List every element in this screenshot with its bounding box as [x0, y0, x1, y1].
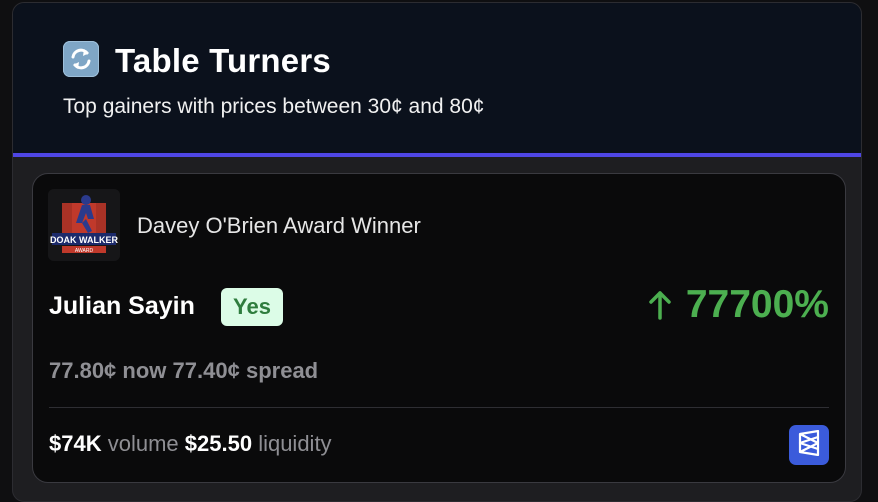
polymarket-icon — [797, 429, 821, 461]
table-turners-panel: Table Turners Top gainers with prices be… — [12, 2, 862, 502]
market-stats: $74K volume $25.50 liquidity — [49, 429, 332, 459]
volume-value: $74K — [49, 431, 102, 456]
new-price: 77.40¢ — [172, 358, 240, 383]
liquidity-label: liquidity — [258, 431, 332, 456]
logo-text: DOAK WALKER — [50, 235, 118, 245]
volume-label: volume — [107, 431, 179, 456]
polymarket-link-button[interactable] — [789, 425, 829, 465]
price-line: 77.80¢ now 77.40¢ spread — [49, 356, 318, 386]
old-price: 77.80¢ — [49, 358, 117, 383]
repeat-arrows-icon — [63, 41, 99, 77]
spread-label: spread — [245, 358, 319, 383]
page-subtitle: Top gainers with prices between 30¢ and … — [63, 95, 485, 118]
doak-walker-award-logo: DOAK WALKER AWARD — [48, 189, 120, 261]
logo-subtext: AWARD — [75, 248, 94, 254]
outcome-badge: Yes — [221, 288, 283, 326]
event-title[interactable]: Davey O'Brien Award Winner — [137, 212, 421, 240]
liquidity-value: $25.50 — [184, 431, 253, 456]
now-label: now — [122, 358, 167, 383]
price-change-value: 77700% — [685, 283, 829, 326]
price-change: 77700% — [648, 282, 829, 328]
panel-header: Table Turners Top gainers with prices be… — [13, 3, 861, 153]
card-divider — [49, 407, 829, 408]
page-title: Table Turners — [115, 42, 331, 79]
player-name: Julian Sayin — [49, 292, 195, 320]
arrow-up-icon — [648, 290, 672, 320]
header-accent-rule — [13, 153, 861, 157]
market-card[interactable]: DOAK WALKER AWARD Davey O'Brien Award Wi… — [32, 173, 846, 483]
